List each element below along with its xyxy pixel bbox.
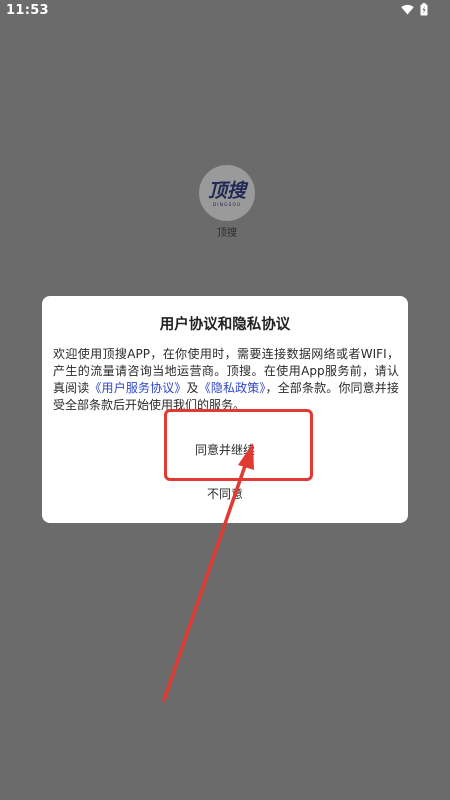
wifi-icon (401, 4, 414, 15)
disagree-button[interactable]: 不同意 (42, 485, 408, 502)
battery-icon (420, 3, 428, 16)
dialog-title: 用户协议和隐私协议 (159, 317, 291, 333)
annotation-highlight-box (164, 409, 313, 481)
body-text-part2: 及 (186, 381, 199, 395)
status-icons (401, 3, 428, 16)
app-logo: 顶搜 DINGSOU (197, 163, 257, 223)
logo-text: 顶搜 (208, 180, 249, 202)
privacy-policy-link[interactable]: 《隐私政策》 (199, 381, 266, 395)
app-screen: 11:53 顶搜 DINGSOU 顶搜 用户协议和隐私协议 欢迎使用顶搜APP，… (0, 0, 450, 800)
status-time: 11:53 (6, 3, 49, 18)
logo-subtext: DINGSOU (213, 202, 241, 208)
status-bar: 11:53 (0, 0, 450, 22)
dialog-body: 欢迎使用顶搜APP，在你使用时，需要连接数据网络或者WIFI，产生的流量请咨询当… (53, 346, 399, 414)
app-name-caption: 顶搜 (217, 228, 237, 239)
user-agreement-link[interactable]: 《用户服务协议》 (89, 381, 186, 395)
